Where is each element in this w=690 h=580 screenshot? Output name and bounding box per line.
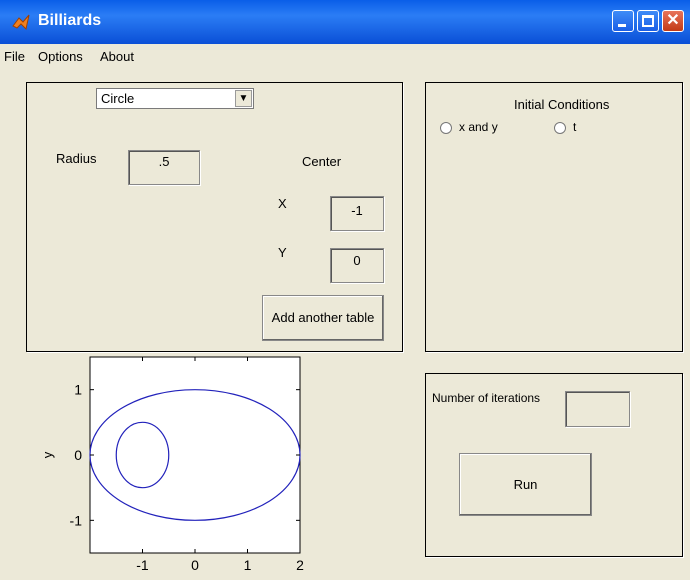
y-tick-label: 1 (74, 382, 82, 398)
table-plot: -1 0 1 2 1 0 -1 y (40, 356, 304, 573)
radio-t-label: t (573, 120, 577, 134)
radius-field[interactable]: .5 (128, 150, 200, 185)
radio-x-and-y[interactable] (440, 122, 452, 134)
plot-area (89, 356, 301, 554)
matlab-logo-icon (12, 14, 30, 31)
title-bar (0, 0, 690, 44)
initial-conditions-title: Initial Conditions (514, 97, 610, 112)
x-tick-label: 0 (191, 557, 199, 573)
maximize-icon (642, 15, 654, 27)
window-title: Billiards (38, 12, 102, 29)
menu-options[interactable]: Options (38, 49, 83, 64)
y-tick-label: 0 (74, 447, 82, 463)
x-label: X (278, 196, 287, 211)
center-label: Center (302, 154, 342, 169)
iterations-label: Number of iterations (432, 391, 541, 405)
run-button[interactable]: Run (459, 453, 592, 516)
close-button[interactable]: ✕ (662, 10, 684, 32)
x-tick-label: -1 (136, 557, 149, 573)
menu-about[interactable]: About (100, 49, 134, 64)
maximize-button[interactable] (637, 10, 659, 32)
plot-ylabel: y (40, 451, 55, 458)
shape-select[interactable]: Circle ▼ (96, 88, 254, 109)
iterations-field[interactable] (565, 391, 630, 427)
menu-file[interactable]: File (4, 49, 25, 64)
center-x-field[interactable]: -1 (330, 196, 384, 231)
radio-t[interactable] (554, 122, 566, 134)
radio-x-and-y-label: x and y (459, 120, 498, 134)
y-label: Y (278, 245, 287, 260)
y-tick-label: -1 (70, 512, 83, 528)
close-icon: ✕ (666, 12, 680, 29)
minimize-button[interactable] (612, 10, 634, 32)
chevron-down-icon[interactable]: ▼ (235, 90, 252, 107)
shape-select-value: Circle (101, 91, 135, 106)
x-tick-label: 1 (244, 557, 252, 573)
minimize-icon (618, 24, 626, 27)
x-tick-label: 2 (296, 557, 304, 573)
radius-label: Radius (56, 151, 97, 166)
add-table-button[interactable]: Add another table (262, 295, 384, 341)
center-y-field[interactable]: 0 (330, 248, 384, 283)
